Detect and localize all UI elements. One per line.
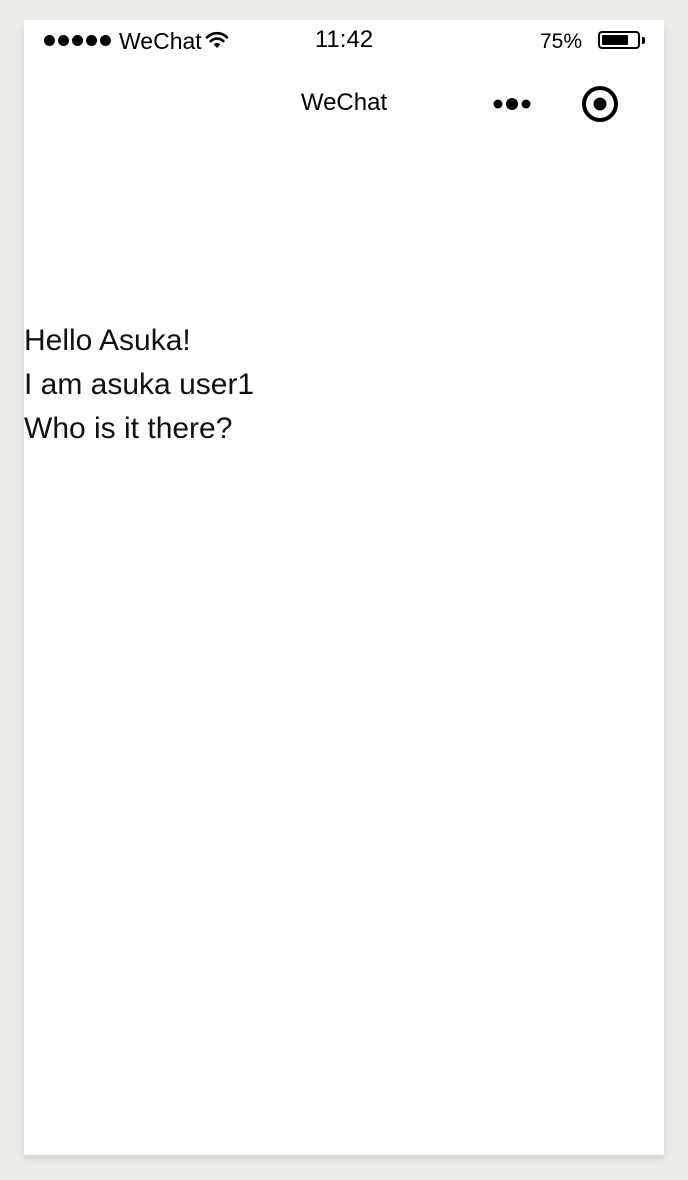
battery-level-fill xyxy=(602,35,628,45)
target-circle-icon[interactable] xyxy=(580,84,620,124)
battery-percent: 75% xyxy=(540,30,583,53)
battery-icon xyxy=(598,31,640,49)
text-line-3: Who is it there? xyxy=(24,412,233,445)
message-content: Hello Asuka! I am asuka user1 Who is it … xyxy=(24,319,664,451)
phone-screen: WeChat 11:42 75% WeChat Hello Asuka! I a… xyxy=(24,20,664,1155)
text-line-1: Hello Asuka! xyxy=(24,324,191,357)
text-line-2: I am asuka user1 xyxy=(24,368,255,401)
status-bar: WeChat 11:42 75% xyxy=(24,20,664,60)
more-dots-icon[interactable] xyxy=(490,92,538,116)
page-title: WeChat xyxy=(300,89,388,116)
battery-tip xyxy=(642,37,645,44)
